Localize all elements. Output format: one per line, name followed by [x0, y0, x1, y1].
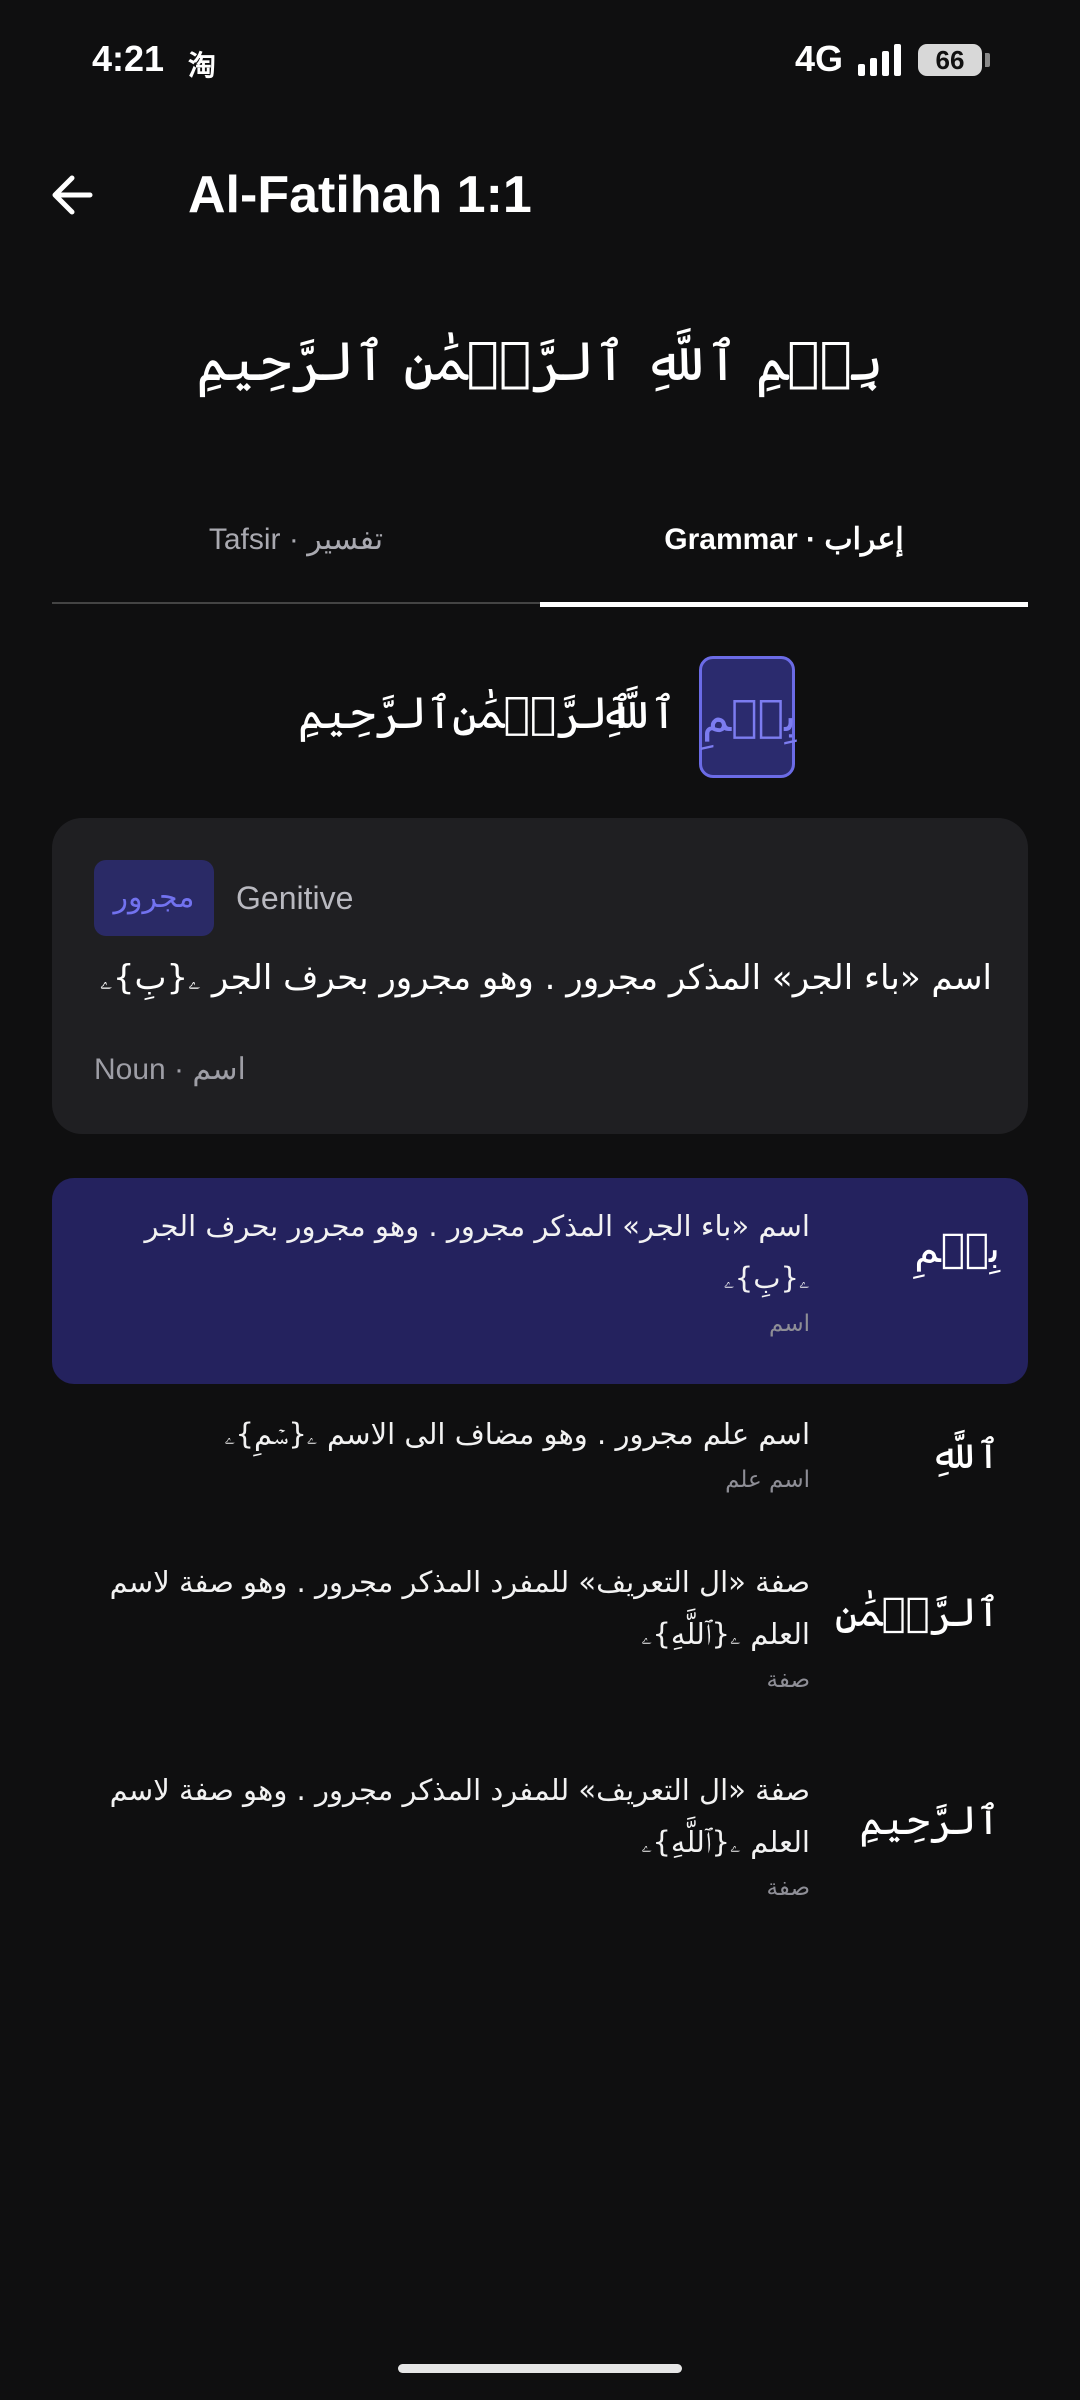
analysis-word: ٱلرَّحِيمِ — [859, 1798, 1000, 1844]
grammar-detail-card: مجرور Genitive اسم «باء الجر» المذكر مجر… — [52, 818, 1028, 1134]
home-indicator[interactable] — [398, 2364, 682, 2373]
page-title: Al-Fatihah 1:1 — [188, 166, 532, 224]
analysis-text: صفة «ال التعريف» للمفرد المذكر مجرور . و… — [90, 1556, 810, 1700]
status-time: 4:21 — [92, 38, 165, 79]
analysis-row[interactable]: بِسۡمِ اسم «باء الجر» المذكر مجرور . وهو… — [52, 1178, 1028, 1384]
network-type: 4G — [795, 38, 844, 79]
status-bar: 4:21 淘 4G 66 — [0, 0, 1080, 120]
signal-icon — [858, 44, 902, 76]
tab-tafsir[interactable]: Tafsir · تفسير — [52, 490, 540, 604]
arrow-left-icon — [52, 175, 93, 215]
analysis-row[interactable]: ٱلرَّحۡمَٰنِ صفة «ال التعريف» للمفرد الم… — [52, 1534, 1028, 1742]
word-chip-ar-rahmani[interactable]: ٱلرَّحۡمَٰنِ — [452, 656, 634, 772]
case-label: Genitive — [236, 880, 354, 916]
analysis-type: صفة — [766, 1667, 811, 1693]
grammar-description: اسم «باء الجر» المذكر مجرور . وهو مجرور … — [99, 958, 992, 998]
analysis-type: اسم — [769, 1311, 810, 1337]
tab-bar: Tafsir · تفسير Grammar · إعراب — [52, 490, 1028, 607]
analysis-text: اسم علم مجرور . وهو مضاف الى الاسم ۦ{سۡم… — [90, 1408, 811, 1500]
analysis-type: صفة — [766, 1875, 811, 1901]
analysis-row[interactable]: ٱلرَّحِيمِ صفة «ال التعريف» للمفرد المذك… — [52, 1742, 1028, 1950]
battery-tip — [985, 53, 990, 67]
word-chip-ar-rahimi[interactable]: ٱلرَّحِيمِ — [298, 656, 453, 772]
analysis-description: اسم علم مجرور . وهو مضاف الى الاسم ۦ{سۡم… — [224, 1417, 811, 1451]
analysis-text: اسم «باء الجر» المذكر مجرور . وهو مجرور … — [90, 1200, 810, 1344]
analysis-word: ٱلرَّحۡمَٰنِ — [834, 1590, 1000, 1636]
analysis-type: اسم علم — [725, 1467, 810, 1493]
analysis-word: ٱللَّهِ — [929, 1432, 1000, 1478]
analysis-description: صفة «ال التعريف» للمفرد المذكر مجرور . و… — [109, 1773, 810, 1859]
analysis-description: صفة «ال التعريف» للمفرد المذكر مجرور . و… — [109, 1565, 810, 1651]
word-chip-bismi[interactable]: بِسۡمِ — [699, 656, 796, 778]
analysis-row[interactable]: ٱللَّهِ اسم علم مجرور . وهو مضاف الى الا… — [52, 1384, 1028, 1534]
case-badge: مجرور — [94, 860, 214, 936]
back-button[interactable] — [40, 160, 110, 230]
verse-arabic-text: بِسۡمِ ٱللَّهِ ٱلرَّحۡمَٰنِ ٱلرَّحِيمِ — [196, 330, 884, 393]
analysis-word: بِسۡمِ — [914, 1226, 1000, 1272]
analysis-description: اسم «باء الجر» المذكر مجرور . وهو مجرور … — [144, 1209, 810, 1295]
tab-grammar[interactable]: Grammar · إعراب — [540, 490, 1028, 607]
analysis-text: صفة «ال التعريف» للمفرد المذكر مجرور . و… — [90, 1764, 810, 1908]
battery-icon: 66 — [918, 44, 982, 76]
part-of-speech: Noun · اسم — [94, 1053, 246, 1086]
taobao-notification-icon: 淘 — [188, 49, 217, 82]
word-selector: بِسۡمِ ٱللَّهِ ٱلرَّحۡمَٰنِ ٱلرَّحِيمِ — [0, 656, 1080, 778]
